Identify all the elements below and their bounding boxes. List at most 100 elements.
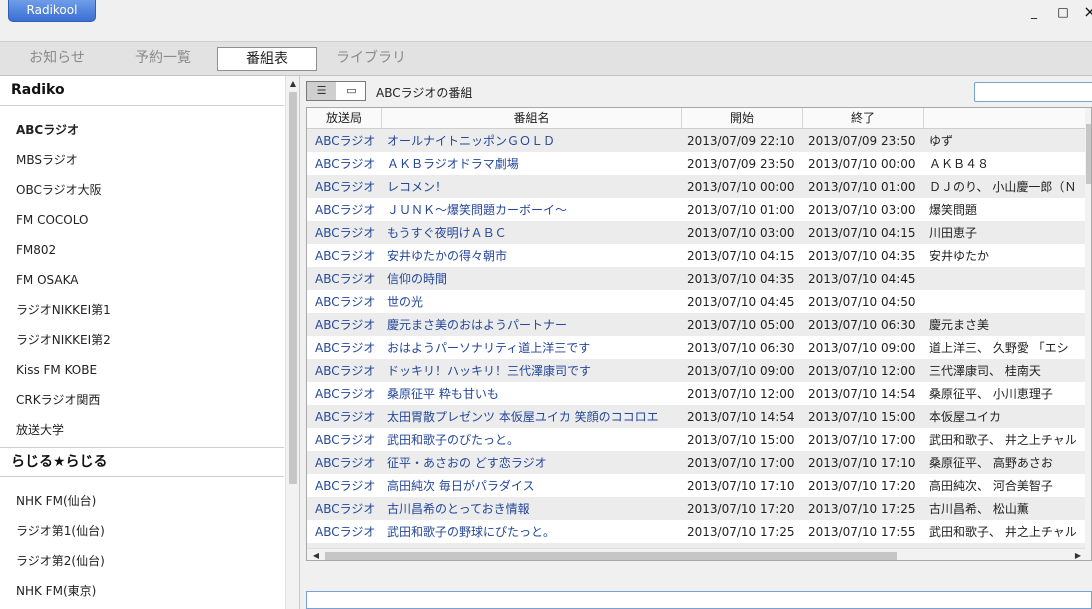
cell-station: ABCラジオ: [315, 387, 376, 401]
station-item[interactable]: ラジオ第2(仙台): [16, 553, 105, 569]
table-row[interactable]: ABCラジオ 征平・あさおの どす恋ラジオ 2013/07/10 17:00 2013…: [307, 451, 1091, 474]
cell-station: ABCラジオ: [315, 203, 376, 217]
cell-title: 信仰の時間: [387, 272, 448, 286]
table-row[interactable]: ABCラジオ 武田和歌子の野球にぴたっと。 2013/07/10 17:25 2013…: [307, 520, 1091, 543]
cell-title: 世の光: [387, 295, 424, 309]
station-item[interactable]: FM OSAKA: [16, 272, 78, 288]
cell-title: 武田和歌子の野球にぴたっと。: [387, 525, 556, 539]
station-item[interactable]: FM802: [16, 242, 56, 258]
table-row[interactable]: ABCラジオ 太田胃散プレゼンツ 本仮屋ユイカ 笑顔のココロエ 2013/07/10…: [307, 405, 1091, 428]
cell-performer: 武田和歌子、 井之上チャル: [929, 525, 1077, 539]
cell-station: ABCラジオ: [315, 456, 376, 470]
sidebar-scrollbar[interactable]: ▲: [285, 76, 299, 609]
table-row[interactable]: ABCラジオ 高田純次 毎日がパラダイス 2013/07/10 17:10 2013/…: [307, 474, 1091, 497]
table-row[interactable]: ABCラジオ ドッキリ！ハッキリ！三代澤康司です 2013/07/10 09:00 2…: [307, 359, 1091, 382]
scroll-right-icon[interactable]: ▶: [1071, 549, 1085, 560]
cell-end: 2013/07/10 04:35: [808, 249, 916, 263]
cell-end: 2013/07/10 14:54: [808, 387, 916, 401]
tab-program-guide[interactable]: 番組表: [217, 47, 317, 71]
cell-title: 征平・あさおの どす恋ラジオ: [387, 456, 547, 470]
table-row[interactable]: ABCラジオ 世の光 2013/07/10 04:45 2013/07/10 04:5…: [307, 290, 1091, 313]
minimize-button[interactable]: _: [1022, 4, 1046, 22]
grid-view-icon[interactable]: ▭: [337, 82, 366, 100]
cell-station: ABCラジオ: [315, 318, 376, 332]
table-row[interactable]: ABCラジオ 安井ゆたかの得々朝市 2013/07/10 04:15 2013/07/…: [307, 244, 1091, 267]
cell-start: 2013/07/10 05:00: [687, 318, 795, 332]
cell-end: 2013/07/10 04:15: [808, 226, 916, 240]
scrollbar-thumb[interactable]: [289, 92, 297, 484]
cell-end: 2013/07/10 17:25: [808, 502, 916, 516]
table-row[interactable]: ABCラジオ もうすぐ夜明けＡＢＣ 2013/07/10 03:00 2013/07/…: [307, 221, 1091, 244]
table-row[interactable]: ABCラジオ オールナイトニッポンＧＯＬＤ 2013/07/09 22:10 2013…: [307, 129, 1091, 152]
list-view-icon[interactable]: ☰: [307, 82, 336, 100]
station-item[interactable]: 放送大学: [16, 422, 64, 438]
table-row[interactable]: ABCラジオ 古川昌希のとっておき情報 2013/07/10 17:20 2013/0…: [307, 497, 1091, 520]
table-header: 放送局 番組名 開始 終了: [307, 108, 1091, 129]
cell-start: 2013/07/10 01:00: [687, 203, 795, 217]
cell-performer: ゆず: [929, 134, 954, 148]
station-item[interactable]: MBSラジオ: [16, 152, 78, 168]
table-row[interactable]: ABCラジオ 慶元まさ美のおはようパートナー 2013/07/10 05:00 201…: [307, 313, 1091, 336]
cell-station: ABCラジオ: [315, 134, 376, 148]
cell-station: ABCラジオ: [315, 157, 376, 171]
station-item[interactable]: Kiss FM KOBE: [16, 362, 97, 378]
scroll-left-icon[interactable]: ◀: [309, 549, 323, 560]
station-item[interactable]: ABCラジオ: [16, 122, 79, 138]
cell-station: ABCラジオ: [315, 341, 376, 355]
cell-performer: 爆笑問題: [929, 203, 978, 217]
station-item[interactable]: ラジオNIKKEI第2: [16, 332, 111, 348]
app-menu-button[interactable]: Radikool: [8, 0, 96, 22]
cell-title: 桑原征平 粋も甘いも: [387, 387, 499, 401]
scrollbar-thumb[interactable]: [1086, 124, 1091, 184]
station-item[interactable]: NHK FM(東京): [16, 583, 96, 599]
maximize-button[interactable]: □: [1051, 4, 1075, 22]
cell-title: もうすぐ夜明けＡＢＣ: [387, 226, 507, 240]
close-button[interactable]: ×: [1078, 4, 1092, 22]
station-item[interactable]: ラジオ第1(仙台): [16, 523, 105, 539]
program-pane: ☰ ▭ ABCラジオの番組 放送局 番組名 開始 終了 ABCラジオ オールナイト…: [301, 76, 1092, 609]
cell-end: 2013/07/10 17:10: [808, 456, 916, 470]
cell-performer: 桑原征平、 小川恵理子: [929, 387, 1053, 401]
tab-library[interactable]: ライブラリ: [326, 47, 416, 71]
table-row[interactable]: ABCラジオ 武田和歌子のぴたっと。 2013/07/10 15:00 2013/07…: [307, 428, 1091, 451]
group-title-rajiru: らじる★らじる: [0, 447, 284, 477]
scrollbar-thumb[interactable]: [325, 552, 897, 560]
cell-station: ABCラジオ: [315, 502, 376, 516]
station-item[interactable]: NHK FM(仙台): [16, 493, 96, 509]
cell-station: ABCラジオ: [315, 295, 376, 309]
table-row[interactable]: ABCラジオ レコメン！ 2013/07/10 00:00 2013/07/10 01…: [307, 175, 1091, 198]
cell-title: オールナイトニッポンＧＯＬＤ: [387, 134, 556, 148]
cell-start: 2013/07/09 22:10: [687, 134, 795, 148]
table-horizontal-scrollbar[interactable]: ◀ ▶: [307, 548, 1085, 560]
cell-start: 2013/07/10 15:00: [687, 433, 795, 447]
table-row[interactable]: ABCラジオ ＪＵＮＫ～爆笑問題カーボーイ～ 2013/07/10 01:00 201…: [307, 198, 1091, 221]
search-input[interactable]: [974, 82, 1092, 102]
column-header-performer[interactable]: [924, 108, 1085, 129]
station-item[interactable]: ラジオNIKKEI第1: [16, 302, 111, 318]
table-row[interactable]: ABCラジオ ＡＫＢラジオドラマ劇場 2013/07/09 23:50 2013/07…: [307, 152, 1091, 175]
column-header-start[interactable]: 開始: [682, 108, 803, 129]
tab-bar: お知らせ 予約一覧 番組表 ライブラリ: [0, 42, 1092, 76]
column-header-end[interactable]: 終了: [803, 108, 924, 129]
cell-end: 2013/07/10 04:50: [808, 295, 916, 309]
station-item[interactable]: CRKラジオ関西: [16, 392, 100, 408]
cell-title: 古川昌希のとっておき情報: [387, 502, 530, 516]
cell-performer: 桑原征平、 高野あさお: [929, 456, 1053, 470]
column-header-title[interactable]: 番組名: [382, 108, 682, 129]
tab-notices[interactable]: お知らせ: [14, 47, 100, 71]
table-row[interactable]: ABCラジオ 桑原征平 粋も甘いも 2013/07/10 12:00 2013/07/…: [307, 382, 1091, 405]
table-row[interactable]: ABCラジオ おはようパーソナリティ道上洋三です 2013/07/10 06:30 2…: [307, 336, 1091, 359]
station-item[interactable]: FM COCOLO: [16, 212, 88, 228]
table-row[interactable]: ABCラジオ 信仰の時間 2013/07/10 04:35 2013/07/10 04…: [307, 267, 1091, 290]
column-header-station[interactable]: 放送局: [307, 108, 382, 129]
view-toggle[interactable]: ☰ ▭: [306, 81, 366, 101]
tab-reservations[interactable]: 予約一覧: [118, 47, 208, 71]
cell-station: ABCラジオ: [315, 525, 376, 539]
scroll-up-icon[interactable]: ▲: [286, 77, 299, 91]
cell-title: おはようパーソナリティ道上洋三です: [387, 341, 591, 355]
table-vertical-scrollbar[interactable]: [1085, 108, 1091, 560]
cell-title: 安井ゆたかの得々朝市: [387, 249, 508, 263]
cell-title: 武田和歌子のぴたっと。: [387, 433, 520, 447]
cell-end: 2013/07/10 03:00: [808, 203, 916, 217]
station-item[interactable]: OBCラジオ大阪: [16, 182, 102, 198]
